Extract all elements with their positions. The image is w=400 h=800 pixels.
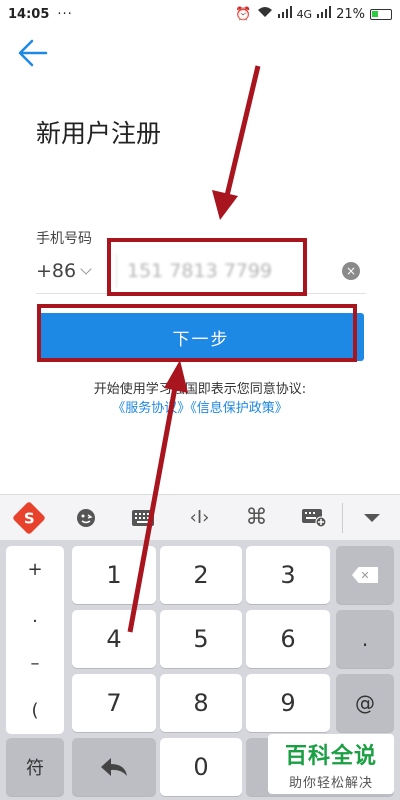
wifi-icon (257, 6, 273, 22)
signal-icon-2 (317, 6, 332, 22)
keyboard-switch-button[interactable] (114, 495, 171, 541)
cursor-button[interactable]: ‹I› (171, 495, 228, 541)
keyboard-toolbar: S ‹I› ⌘ (0, 494, 400, 540)
backspace-icon: ✕ (352, 567, 378, 583)
country-code: +86 (36, 259, 77, 282)
battery-icon (370, 8, 392, 20)
key-1[interactable]: 1 (72, 546, 156, 604)
signal-icon (277, 6, 292, 22)
watermark-subtitle: 助你轻松解决 (288, 776, 373, 791)
screen: 14:05 ··· ⏰ 4G 21% 新用户注册 手机号码 +86 151 78… (0, 0, 400, 800)
sogou-logo-button[interactable]: S (0, 495, 57, 541)
alarm-icon: ⏰ (235, 6, 252, 22)
return-key[interactable] (72, 738, 156, 796)
agreement: 开始使用学习强国即表示您同意协议: 《服务协议》《信息保护政策》 (0, 380, 400, 418)
keyboard-plus-icon (301, 508, 326, 527)
command-icon: ⌘ (245, 505, 268, 530)
phone-label: 手机号码 (36, 231, 92, 247)
key-4[interactable]: 4 (72, 610, 156, 668)
arrowhead-down-icon (212, 190, 238, 220)
key-6[interactable]: 6 (246, 610, 330, 668)
highlight-box-phone (107, 238, 307, 296)
key-2[interactable]: 2 (160, 546, 242, 604)
chevron-down-icon (80, 262, 92, 275)
annotation-arrow-down (223, 65, 261, 201)
agreement-text: 开始使用学习强国即表示您同意协议: (93, 382, 307, 397)
emoji-icon (76, 508, 95, 527)
at-key[interactable]: @ (336, 674, 394, 732)
key-3[interactable]: 3 (246, 546, 330, 604)
key-5[interactable]: 5 (160, 610, 242, 668)
sogou-icon: S (11, 500, 46, 535)
watermark-logo: 百科全说 助你轻松解决 (268, 734, 394, 794)
symbol-key[interactable]: ( (6, 687, 64, 734)
hide-keyboard-button[interactable] (343, 495, 400, 541)
back-button[interactable] (14, 38, 48, 68)
agreement-links: 《服务协议》《信息保护政策》 (0, 399, 400, 418)
symbol-switch-key[interactable]: 符 (6, 738, 64, 796)
network-type: 4G (296, 7, 313, 21)
status-right: ⏰ 4G 21% (235, 6, 392, 22)
key-9[interactable]: 9 (246, 674, 330, 732)
return-arrow-icon (101, 758, 127, 776)
dot-key[interactable]: . (336, 610, 394, 668)
symbol-column[interactable]: + . – ( (6, 546, 64, 734)
highlight-box-next (37, 304, 357, 362)
key-8[interactable]: 8 (160, 674, 242, 732)
back-arrow-icon (18, 39, 48, 67)
symbol-key[interactable]: – (6, 640, 64, 687)
battery-percent: 21% (336, 6, 365, 22)
symbol-key[interactable]: + (6, 546, 64, 593)
clear-icon[interactable]: × (342, 261, 360, 280)
cursor-icon: ‹I› (189, 507, 210, 528)
emoji-button[interactable] (57, 495, 114, 541)
keyboard-settings-button[interactable] (285, 495, 342, 541)
status-time: 14:05 (8, 6, 50, 22)
watermark-title: 百科全说 (284, 744, 377, 769)
keyboard-icon (131, 509, 154, 526)
backspace-key[interactable]: ✕ (336, 546, 394, 604)
triangle-down-icon (363, 513, 380, 522)
key-7[interactable]: 7 (72, 674, 156, 732)
key-0[interactable]: 0 (160, 738, 242, 796)
service-agreement-link[interactable]: 《服务协议》 (112, 401, 190, 416)
symbol-key[interactable]: . (6, 593, 64, 640)
status-dots: ··· (57, 6, 73, 22)
status-bar: 14:05 ··· ⏰ 4G 21% (0, 0, 400, 28)
country-code-select[interactable]: +86 (36, 260, 108, 282)
command-button[interactable]: ⌘ (228, 495, 285, 541)
privacy-policy-link[interactable]: 《信息保护政策》 (190, 401, 288, 416)
page-title: 新用户注册 (36, 119, 162, 148)
